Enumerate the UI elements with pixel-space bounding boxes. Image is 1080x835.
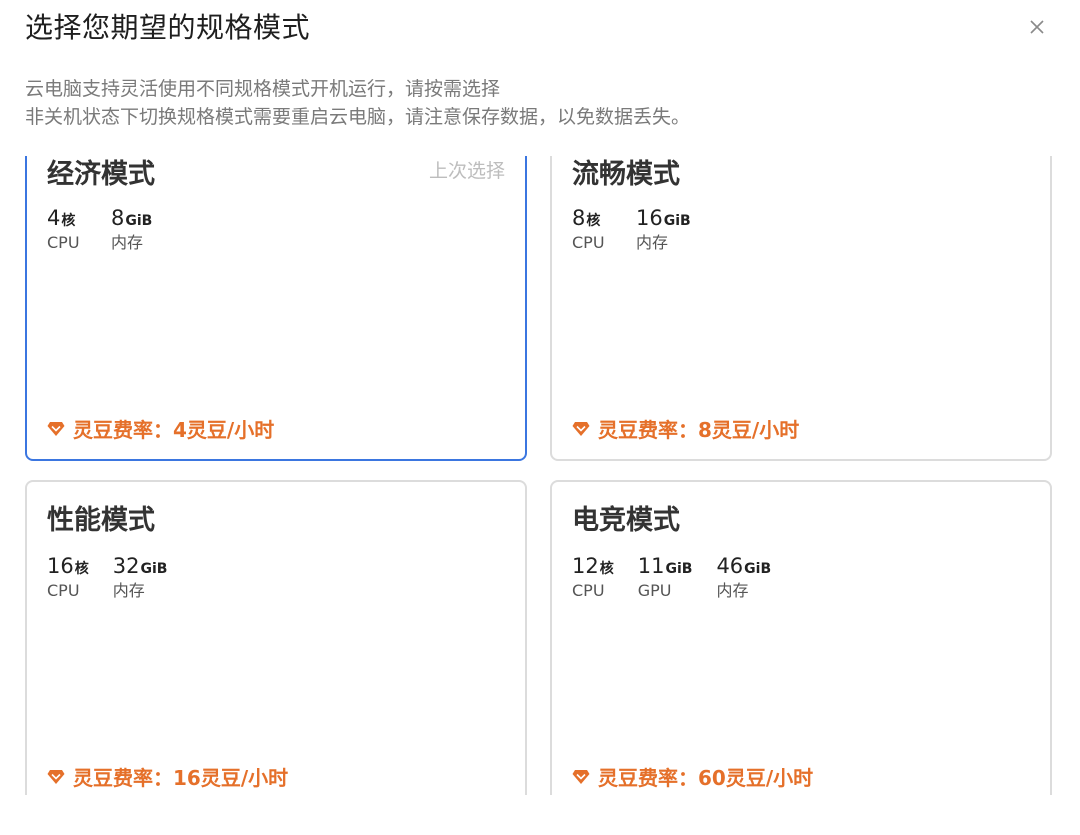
spec-unit: 核 bbox=[586, 213, 601, 229]
spec-label: 内存 bbox=[112, 581, 145, 600]
mode-name: 经济模式 bbox=[47, 159, 155, 190]
spec-unit: GiB bbox=[140, 561, 168, 577]
rate-text: 灵豆费率：4灵豆/小时 bbox=[73, 418, 275, 442]
mode-card-smooth[interactable]: 流畅模式 8核 CPU 16GiB 内存 灵豆费率：8灵豆/小时 bbox=[550, 156, 1052, 461]
dialog-title: 选择您期望的规格模式 bbox=[25, 11, 311, 44]
spec-label: GPU bbox=[637, 581, 672, 600]
description-line-2: 非关机状态下切换规格模式需要重启云电脑，请注意保存数据，以免数据丢失。 bbox=[25, 106, 691, 128]
mode-name: 电竞模式 bbox=[572, 505, 680, 536]
spec-unit: 核 bbox=[61, 213, 76, 229]
mode-list[interactable]: 经济模式 上次选择 4核 CPU 8GiB 内存 灵豆费率：4灵豆/小时 流畅模… bbox=[0, 156, 1080, 795]
spec-label: CPU bbox=[572, 581, 605, 600]
spec-unit: GiB bbox=[663, 213, 691, 229]
mode-name: 性能模式 bbox=[47, 505, 155, 536]
spec-cpu: 4核 CPU bbox=[47, 206, 87, 253]
spec-unit: 核 bbox=[74, 561, 89, 577]
spec-value: 4 bbox=[47, 206, 61, 230]
mode-name: 流畅模式 bbox=[572, 159, 680, 190]
spec-gpu: 11GiB GPU bbox=[638, 554, 693, 601]
spec-label: 内存 bbox=[111, 233, 144, 252]
rate-text: 灵豆费率：60灵豆/小时 bbox=[598, 766, 814, 790]
mode-card-esports[interactable]: 电竞模式 12核 CPU 11GiB GPU 46GiB 内存 灵豆费率：60灵… bbox=[550, 480, 1052, 795]
rate-row: 灵豆费率：4灵豆/小时 bbox=[47, 414, 274, 443]
spec-memory: 8GiB 内存 bbox=[111, 206, 152, 253]
description-line-1: 云电脑支持灵活使用不同规格模式开机运行，请按需选择 bbox=[25, 78, 501, 100]
mode-card-economy[interactable]: 经济模式 上次选择 4核 CPU 8GiB 内存 灵豆费率：4灵豆/小时 bbox=[25, 156, 527, 461]
spec-label: CPU bbox=[47, 233, 80, 252]
spec-value: 11 bbox=[637, 554, 665, 578]
spec-value: 32 bbox=[112, 554, 140, 578]
rate-row: 灵豆费率：8灵豆/小时 bbox=[572, 414, 799, 443]
spec-list: 8核 CPU 16GiB 内存 bbox=[572, 206, 691, 253]
spec-memory: 16GiB 内存 bbox=[636, 206, 691, 253]
spec-unit: GiB bbox=[665, 561, 693, 577]
mode-card-performance[interactable]: 性能模式 16核 CPU 32GiB 内存 灵豆费率：16灵豆/小时 bbox=[25, 480, 527, 795]
spec-cpu: 16核 CPU bbox=[47, 554, 89, 601]
spec-cpu: 8核 CPU bbox=[572, 206, 612, 253]
spec-label: CPU bbox=[47, 581, 80, 600]
spec-memory: 32GiB 内存 bbox=[113, 554, 168, 601]
diamond-icon bbox=[47, 421, 65, 436]
spec-unit: GiB bbox=[125, 213, 153, 229]
diamond-icon bbox=[47, 769, 65, 784]
rate-text: 灵豆费率：8灵豆/小时 bbox=[598, 418, 800, 442]
spec-cpu: 12核 CPU bbox=[572, 554, 614, 601]
spec-list: 16核 CPU 32GiB 内存 bbox=[47, 554, 167, 601]
close-icon bbox=[1030, 20, 1044, 34]
spec-memory: 46GiB 内存 bbox=[716, 554, 771, 601]
close-button[interactable] bbox=[1022, 12, 1052, 42]
spec-label: 内存 bbox=[716, 581, 749, 600]
rate-text: 灵豆费率：16灵豆/小时 bbox=[73, 766, 289, 790]
spec-list: 4核 CPU 8GiB 内存 bbox=[47, 206, 152, 253]
spec-list: 12核 CPU 11GiB GPU 46GiB 内存 bbox=[572, 554, 771, 601]
diamond-icon bbox=[572, 769, 590, 784]
spec-value: 12 bbox=[572, 554, 599, 578]
diamond-icon bbox=[572, 421, 590, 436]
spec-value: 16 bbox=[47, 554, 74, 578]
rate-row: 灵豆费率：60灵豆/小时 bbox=[572, 762, 813, 791]
spec-label: 内存 bbox=[636, 233, 669, 252]
spec-value: 8 bbox=[111, 206, 125, 230]
spec-value: 16 bbox=[636, 206, 663, 230]
rate-row: 灵豆费率：16灵豆/小时 bbox=[47, 762, 288, 791]
spec-value: 46 bbox=[716, 554, 744, 578]
spec-label: CPU bbox=[572, 233, 605, 252]
last-selected-tag: 上次选择 bbox=[428, 160, 505, 182]
spec-value: 8 bbox=[572, 206, 586, 230]
spec-unit: 核 bbox=[599, 561, 614, 577]
spec-unit: GiB bbox=[744, 561, 772, 577]
